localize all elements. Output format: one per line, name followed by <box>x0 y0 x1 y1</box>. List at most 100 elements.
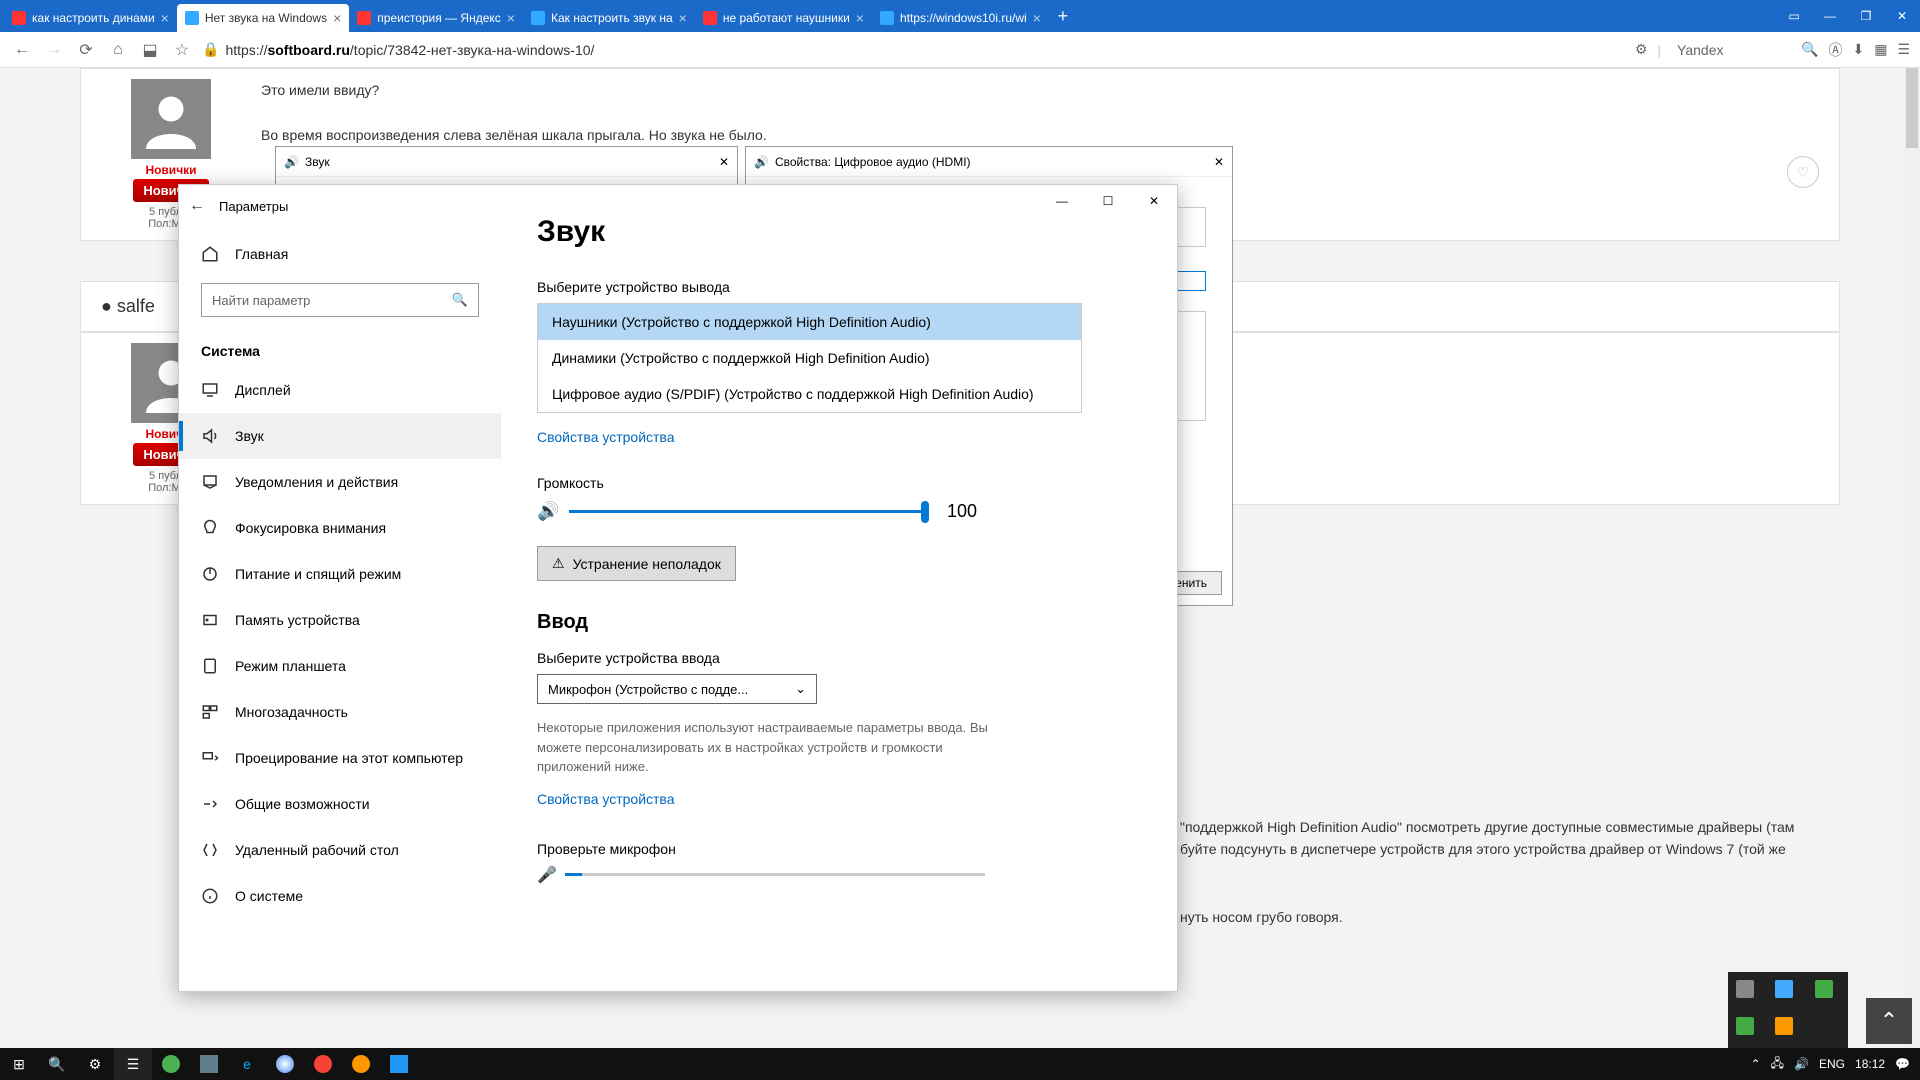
close-icon[interactable]: × <box>856 10 864 26</box>
minimize-icon[interactable]: ― <box>1812 0 1848 32</box>
sidebar-item-home[interactable]: Главная <box>179 235 501 273</box>
speaker-icon: 🔊 <box>537 501 559 522</box>
device-properties-link[interactable]: Свойства устройства <box>537 429 675 445</box>
close-icon[interactable]: × <box>333 10 341 26</box>
tray-app-icon[interactable] <box>1736 980 1754 998</box>
yandex-icon <box>12 11 26 25</box>
tray-app-icon[interactable] <box>1775 1017 1793 1035</box>
new-tab-button[interactable]: + <box>1049 2 1077 30</box>
multitask-icon <box>201 703 219 721</box>
notifications-icon <box>201 473 219 491</box>
url-input[interactable]: https://softboard.ru/topic/73842-нет-зву… <box>225 42 1634 58</box>
notification-icon[interactable]: 💬 <box>1895 1057 1910 1071</box>
tray-app-icon[interactable] <box>1775 980 1793 998</box>
yandex-icon <box>357 11 371 25</box>
taskbar-app[interactable] <box>266 1048 304 1080</box>
output-device-dropdown[interactable]: Наушники (Устройство с поддержкой High D… <box>537 303 1082 413</box>
sidebar-item-power[interactable]: Питание и спящий режим <box>179 551 501 597</box>
scroll-top-button[interactable]: ⌃ <box>1866 998 1912 1044</box>
device-option[interactable]: Динамики (Устройство с поддержкой High D… <box>538 340 1081 376</box>
device-option[interactable]: Наушники (Устройство с поддержкой High D… <box>538 304 1081 340</box>
tray-chevron-icon[interactable]: ⌃ <box>1751 1057 1761 1071</box>
slider-thumb[interactable] <box>921 501 929 523</box>
network-icon[interactable]: 🖧 <box>1771 1054 1784 1075</box>
settings-content: Звук Выберите устройство вывода Наушники… <box>501 185 1177 991</box>
start-button[interactable]: ⊞ <box>0 1048 38 1080</box>
scrollbar-thumb[interactable] <box>1906 68 1918 148</box>
search-icon[interactable]: 🔍 <box>1801 41 1818 58</box>
device-option[interactable]: Цифровое аудио (S/PDIF) (Устройство с по… <box>538 376 1081 412</box>
search-input[interactable]: Yandex <box>1671 39 1791 61</box>
forward-icon[interactable]: → <box>42 38 66 62</box>
sidebar-icon[interactable]: ▭ <box>1776 0 1812 32</box>
close-icon[interactable]: ✕ <box>1214 155 1224 169</box>
close-icon[interactable]: × <box>1033 10 1041 26</box>
sidebar-item-project[interactable]: Проецирование на этот компьютер <box>179 735 501 781</box>
sidebar-item-multitask[interactable]: Многозадачность <box>179 689 501 735</box>
sidebar-item-notifications[interactable]: Уведомления и действия <box>179 459 501 505</box>
search-button[interactable]: 🔍 <box>38 1048 76 1080</box>
grid-icon[interactable]: ▦ <box>1874 41 1887 58</box>
tray-app-icon[interactable] <box>1736 1017 1754 1035</box>
close-icon[interactable]: × <box>161 10 169 26</box>
volume-label: Громкость <box>537 475 1141 491</box>
search-input[interactable]: Найти параметр 🔍 <box>201 283 479 317</box>
sidebar-item-tablet[interactable]: Режим планшета <box>179 643 501 689</box>
taskbar-app[interactable]: ☰ <box>114 1048 152 1080</box>
sidebar-item-sound[interactable]: Звук <box>179 413 501 459</box>
browser-tab[interactable]: https://windows10i.ru/wi× <box>872 4 1049 32</box>
sidebar-item-shared[interactable]: Общие возможности <box>179 781 501 827</box>
troubleshoot-button[interactable]: ⚠Устранение неполадок <box>537 546 736 581</box>
minimize-icon[interactable]: ― <box>1039 185 1085 217</box>
sidebar-item-remote[interactable]: Удаленный рабочий стол <box>179 827 501 873</box>
close-icon[interactable]: ✕ <box>719 155 729 169</box>
browser-tab[interactable]: не работают наушники× <box>695 4 872 32</box>
like-button[interactable]: ♡ <box>1787 156 1819 188</box>
taskbar-app[interactable] <box>304 1048 342 1080</box>
close-icon[interactable]: ✕ <box>1884 0 1920 32</box>
download-icon[interactable]: ⬇ <box>1852 41 1864 58</box>
input-heading: Ввод <box>537 611 1141 634</box>
chevron-down-icon: ⌄ <box>795 681 806 697</box>
sidebar-item-about[interactable]: О системе <box>179 873 501 919</box>
taskbar-app[interactable] <box>190 1048 228 1080</box>
close-icon[interactable]: ✕ <box>1131 185 1177 217</box>
taskbar-app[interactable]: e <box>228 1048 266 1080</box>
task-view-button[interactable]: ⚙ <box>76 1048 114 1080</box>
volume-slider[interactable] <box>569 510 929 513</box>
back-icon[interactable]: ← <box>10 38 34 62</box>
sidebar-item-display[interactable]: Дисплей <box>179 367 501 413</box>
taskbar-app[interactable] <box>342 1048 380 1080</box>
clock[interactable]: 18:12 <box>1855 1057 1885 1071</box>
browser-tab[interactable]: как настроить динами× <box>4 4 177 32</box>
translate-icon[interactable]: Ⓐ <box>1828 40 1842 60</box>
mic-check-label: Проверьте микрофон <box>537 841 1141 857</box>
sidebar-item-focus[interactable]: Фокусировка внимания <box>179 505 501 551</box>
bookmark-icon[interactable]: ☆ <box>170 38 194 62</box>
close-icon[interactable]: × <box>507 10 515 26</box>
sidebar-item-storage[interactable]: Память устройства <box>179 597 501 643</box>
scrollbar[interactable] <box>1904 68 1920 1048</box>
taskbar-app[interactable] <box>152 1048 190 1080</box>
back-icon[interactable]: ← <box>189 197 219 215</box>
browser-tab[interactable]: Как настроить звук на× <box>523 4 695 32</box>
language-indicator[interactable]: ENG <box>1819 1057 1845 1071</box>
menu-icon[interactable]: ☰ <box>1897 41 1910 58</box>
reload-icon[interactable]: ⟳ <box>74 38 98 62</box>
download-icon[interactable]: ⬓ <box>138 38 162 62</box>
settings-window: ← Параметры ― ☐ ✕ Главная Найти параметр… <box>178 184 1178 992</box>
maximize-icon[interactable]: ❐ <box>1848 0 1884 32</box>
device-properties-link[interactable]: Свойства устройства <box>537 791 675 807</box>
volume-icon[interactable]: 🔊 <box>1794 1057 1809 1071</box>
home-icon[interactable]: ⌂ <box>106 38 130 62</box>
extension-icon[interactable]: ⚙ <box>1635 41 1648 58</box>
taskbar-app[interactable] <box>380 1048 418 1080</box>
post-text: Это имели ввиду? <box>261 79 1819 101</box>
maximize-icon[interactable]: ☐ <box>1085 185 1131 217</box>
close-icon[interactable]: × <box>679 10 687 26</box>
tray-popup[interactable] <box>1728 972 1848 1048</box>
browser-tab-active[interactable]: Нет звука на Windows × <box>177 4 349 32</box>
tray-app-icon[interactable] <box>1815 980 1833 998</box>
browser-tab[interactable]: преистория — Яндекс× <box>349 4 523 32</box>
input-device-dropdown[interactable]: Микрофон (Устройство с подде... ⌄ <box>537 674 817 704</box>
